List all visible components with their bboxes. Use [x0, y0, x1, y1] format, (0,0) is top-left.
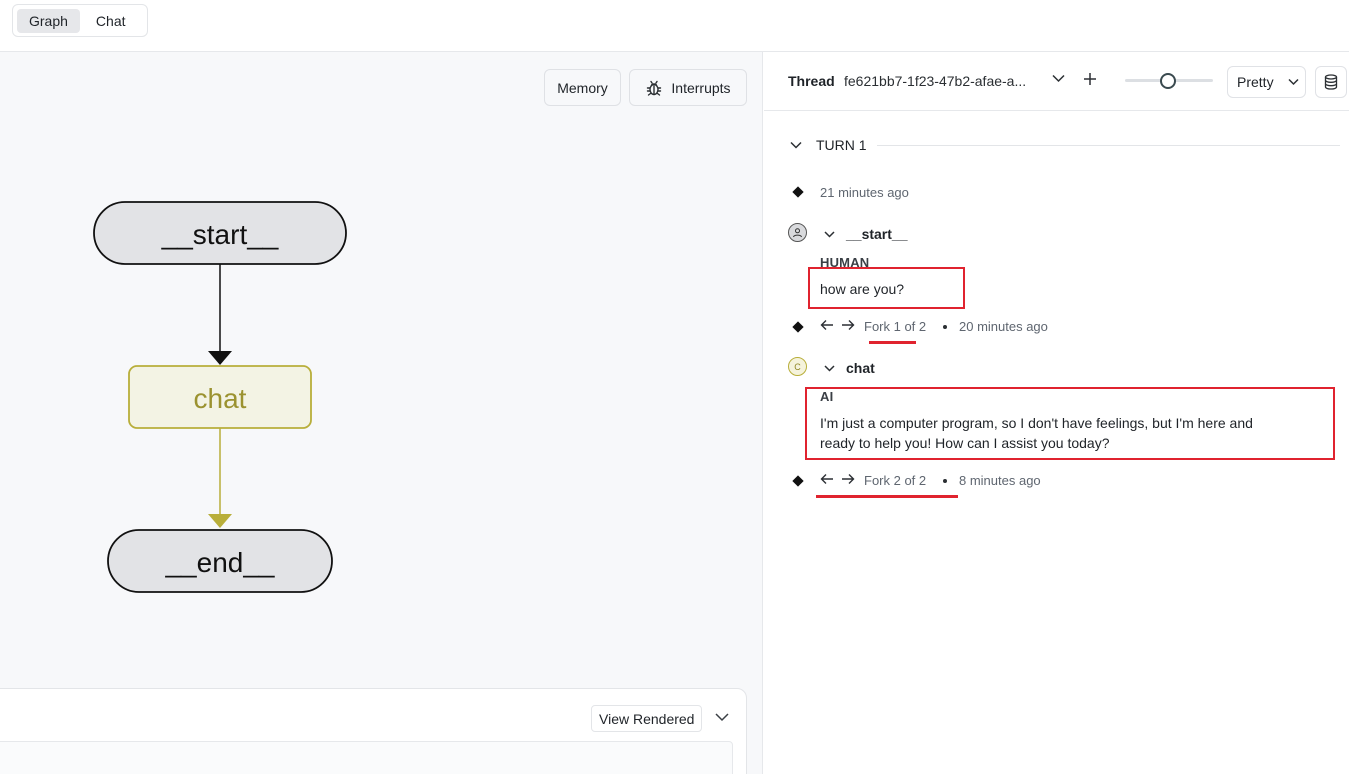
edge-start-chat-arrow	[208, 351, 232, 365]
turn-header[interactable]: TURN 1	[790, 136, 1340, 154]
node-start[interactable]: __start__	[93, 201, 347, 265]
thread-panel: Thread fe621bb7-1f23-47b2-afae-a... Pret…	[764, 52, 1349, 774]
turn-divider	[876, 144, 1340, 146]
fork-indicator: Fork 2 of 2	[864, 473, 927, 488]
thread-id-select[interactable]: fe621bb7-1f23-47b2-afae-a...	[844, 73, 1026, 89]
highlight-box	[805, 387, 1335, 460]
chevron-down-icon	[1288, 78, 1299, 86]
node-end[interactable]: __end__	[107, 529, 333, 593]
checkpoint-timestamp: 21 minutes ago	[820, 185, 909, 200]
node-chat[interactable]: chat	[128, 365, 312, 429]
chevron-down-icon	[824, 230, 835, 238]
step-header-chat[interactable]: chat	[824, 360, 875, 376]
arrow-left-icon[interactable]	[820, 473, 834, 485]
chevron-down-icon	[790, 141, 802, 149]
node-end-label: __end__	[164, 547, 274, 578]
thread-label: Thread	[788, 73, 835, 89]
view-mode-value: Pretty	[1237, 74, 1274, 90]
checkpoint-marker[interactable]	[792, 475, 804, 487]
database-icon	[1324, 74, 1338, 90]
add-thread-icon[interactable]	[1083, 72, 1097, 86]
graph-canvas: __start__ chat __end__	[93, 201, 347, 593]
avatar	[788, 223, 807, 242]
app-root: Graph Chat Memory Interrupts __start__ c…	[0, 0, 1349, 774]
chevron-down-icon[interactable]	[1052, 74, 1065, 83]
checkpoint-marker[interactable]	[792, 186, 804, 198]
state-content-area	[0, 741, 733, 774]
highlight-underline	[869, 341, 916, 344]
view-switcher: Graph Chat	[12, 4, 148, 37]
graph-panel: Memory Interrupts __start__ chat __end__…	[0, 52, 763, 774]
chevron-down-icon[interactable]	[715, 709, 729, 727]
node-start-label: __start__	[161, 219, 279, 250]
tab-chat[interactable]: Chat	[84, 9, 138, 33]
node-chat-label: chat	[194, 383, 247, 414]
state-card: View Rendered	[0, 688, 747, 774]
top-bar: Graph Chat	[0, 0, 1349, 52]
arrow-right-icon[interactable]	[841, 473, 855, 485]
turn-label: TURN 1	[816, 137, 867, 153]
avatar: C	[788, 357, 807, 376]
tab-graph[interactable]: Graph	[17, 8, 80, 33]
database-button[interactable]	[1315, 66, 1347, 98]
arrow-left-icon[interactable]	[820, 319, 834, 331]
separator-dot	[943, 325, 947, 329]
history-slider-handle[interactable]	[1160, 73, 1176, 89]
view-mode-select[interactable]: Pretty	[1227, 66, 1306, 98]
checkpoint-marker[interactable]	[792, 321, 804, 333]
edge-chat-end-arrow	[208, 514, 232, 528]
step-header-start[interactable]: __start__	[824, 226, 908, 242]
fork-indicator: Fork 1 of 2	[864, 319, 927, 334]
checkpoint-timestamp: 8 minutes ago	[959, 473, 1041, 488]
step-node-name: __start__	[846, 226, 908, 242]
highlight-box	[808, 267, 965, 309]
thread-toolbar: Thread fe621bb7-1f23-47b2-afae-a... Pret…	[764, 52, 1349, 111]
arrow-right-icon[interactable]	[841, 319, 855, 331]
view-rendered-button[interactable]: View Rendered	[591, 705, 703, 732]
checkpoint-timestamp: 20 minutes ago	[959, 319, 1048, 334]
highlight-underline	[816, 495, 958, 498]
chevron-down-icon	[824, 364, 835, 372]
person-icon	[793, 228, 802, 238]
separator-dot	[943, 479, 947, 483]
step-node-name: chat	[846, 360, 875, 376]
